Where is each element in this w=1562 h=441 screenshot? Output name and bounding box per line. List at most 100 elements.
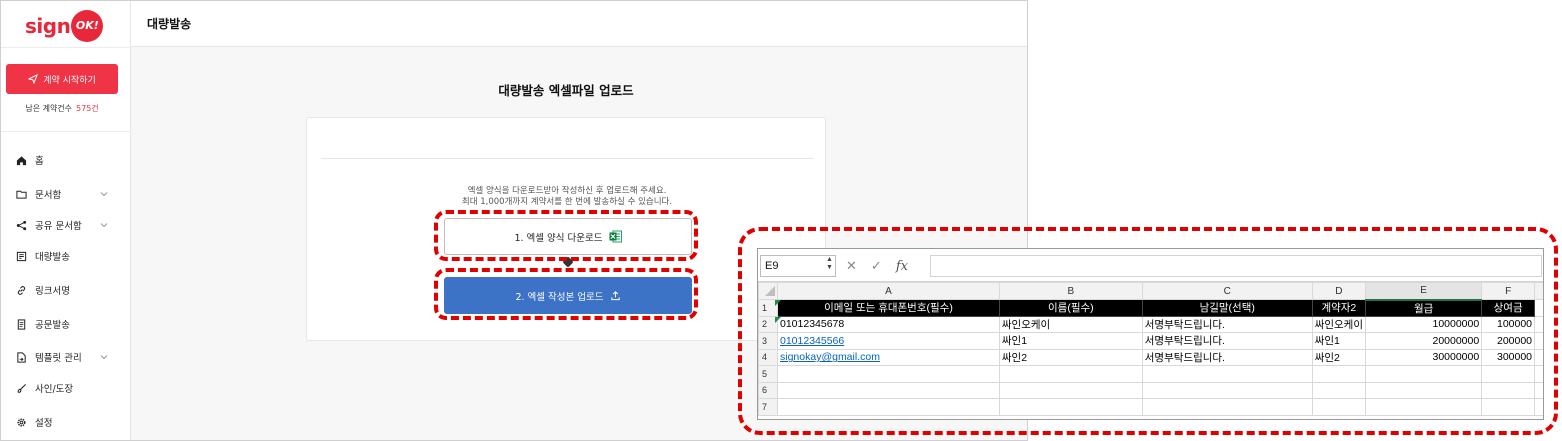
upload-section-title: 대량발송 엑셀파일 업로드 [498,83,634,98]
column-header[interactable]: A [777,282,1000,300]
cell[interactable]: 300000 [1481,348,1536,366]
cell[interactable]: 서명부탁드립니다. [1141,348,1313,366]
cell[interactable]: 이메일 또는 휴대폰번호(필수) [777,299,1000,317]
link-icon [15,284,27,296]
signok-logo[interactable]: sign OK! [25,10,104,42]
row-number[interactable]: 6 [758,381,778,399]
column-header-row: A B C D E F [758,282,1543,301]
column-header[interactable]: C [1141,282,1313,300]
cell[interactable] [1534,332,1543,350]
cell[interactable]: 서명부탁드립니다. [1141,315,1313,333]
divider [321,158,813,159]
cell[interactable] [1534,315,1543,333]
start-contract-button[interactable]: 계약 시작하기 [6,64,118,94]
logo-text: sign [25,14,71,38]
insert-function-icon[interactable]: fx [896,259,908,274]
cell[interactable] [1311,365,1367,383]
cell[interactable] [1481,398,1536,416]
cell[interactable] [777,365,1000,383]
sidebar-item-label: 공유 문서함 [35,221,82,232]
cell[interactable] [1534,398,1543,416]
top-header: 대량발송 [131,1,1027,47]
cell[interactable]: 100000 [1481,315,1536,333]
cell[interactable]: 계약자2 [1311,299,1367,317]
sidebar-item-label: 문서함 [35,190,62,201]
cell[interactable] [1365,365,1483,383]
cell[interactable] [777,398,1000,416]
cell[interactable] [1141,398,1313,416]
row-number[interactable]: 3 [758,332,778,350]
cell[interactable] [1365,398,1483,416]
cell[interactable] [1481,381,1536,399]
cell-link[interactable]: 01012345566 [777,332,1000,350]
row-number[interactable]: 7 [758,398,778,416]
sheet-table: A B C D E F 1 이메일 또는 휴대폰번호(필수) 이름(필수) 남길… [758,282,1543,416]
confirm-formula-icon[interactable]: ✓ [871,258,882,274]
cell[interactable]: 싸인1 [998,332,1143,350]
sidebar-item-link-sign[interactable]: 링크서명 [1,276,131,304]
sidebar-item-signature-stamp[interactable]: 사인/도장 [1,374,131,402]
cell[interactable]: 상여금 [1481,299,1536,317]
select-all-corner[interactable] [758,282,778,300]
sidebar-item-settings[interactable]: 설정 [1,408,131,436]
sidebar-item-home[interactable]: 홈 [1,146,131,174]
table-row: 7 [758,398,1543,416]
cell[interactable] [998,365,1143,383]
gear-icon [15,416,27,428]
divider [1,47,131,48]
chevron-down-icon [100,355,108,360]
cell[interactable]: 20000000 [1365,332,1483,350]
template-icon [15,351,27,363]
cell[interactable]: 10000000 [1365,315,1483,333]
cell[interactable]: 서명부탁드립니다. [1141,332,1313,350]
cell[interactable]: 월급 [1365,299,1483,317]
cell[interactable] [1481,365,1536,383]
cell[interactable]: 30000000 [1365,348,1483,366]
column-header[interactable]: B [998,282,1143,300]
cell[interactable] [1534,299,1543,317]
sheet-grid: A B C D E F 1 이메일 또는 휴대폰번호(필수) 이름(필수) 남길… [758,282,1543,419]
sidebar-item-label: 사인/도장 [35,384,74,395]
name-box[interactable]: E9 [760,255,836,277]
sidebar-item-label: 설정 [35,418,53,429]
cell[interactable]: 01012345678 [777,315,1000,333]
cell[interactable] [1311,398,1367,416]
sidebar-item-official-send[interactable]: 공문발송 [1,310,131,338]
sidebar-item-label: 링크서명 [35,286,70,297]
chevron-down-icon [100,223,108,228]
column-header[interactable]: D [1311,282,1367,300]
cell[interactable]: 싸인오케이 [998,315,1143,333]
share-icon [15,219,27,231]
sidebar-item-template-manage[interactable]: 템플릿 관리 [1,343,131,371]
row-number[interactable]: 5 [758,365,778,383]
remaining-count: 575건 [76,104,99,113]
cancel-formula-icon[interactable]: ✕ [846,258,857,274]
spinner-arrows-icon[interactable]: ▲ ▼ [826,256,833,272]
cell[interactable] [1311,381,1367,399]
cell[interactable] [1534,381,1543,399]
cell[interactable] [1534,365,1543,383]
cell[interactable]: 이름(필수) [998,299,1143,317]
cell[interactable] [1365,381,1483,399]
row-number[interactable]: 4 [758,348,778,366]
sidebar-item-bulk-send[interactable]: 대량발송 [1,242,131,270]
sidebar-item-shared-documents[interactable]: 공유 문서함 [1,211,131,239]
sidebar-item-documents[interactable]: 문서함 [1,180,131,208]
cell[interactable]: 싸인2 [1311,348,1367,366]
column-header[interactable]: F [1481,282,1536,300]
cell[interactable]: 남길말(선택) [1141,299,1313,317]
cell[interactable]: 200000 [1481,332,1536,350]
cell[interactable] [1141,365,1313,383]
column-header-selected[interactable]: E [1365,282,1483,301]
cell[interactable]: 싸인1 [1311,332,1367,350]
cell[interactable] [998,398,1143,416]
formula-input[interactable] [930,255,1542,277]
table-row: 3 01012345566 싸인1 서명부탁드립니다. 싸인1 20000000… [758,332,1543,350]
cell[interactable]: 싸인오케이 [1311,315,1367,333]
cell[interactable]: 싸인2 [998,348,1143,366]
cell[interactable] [777,381,1000,399]
cell[interactable] [1141,381,1313,399]
cell[interactable] [998,381,1143,399]
cell-link[interactable]: signokay@gmail.com [777,348,1000,366]
cell[interactable] [1534,348,1543,366]
